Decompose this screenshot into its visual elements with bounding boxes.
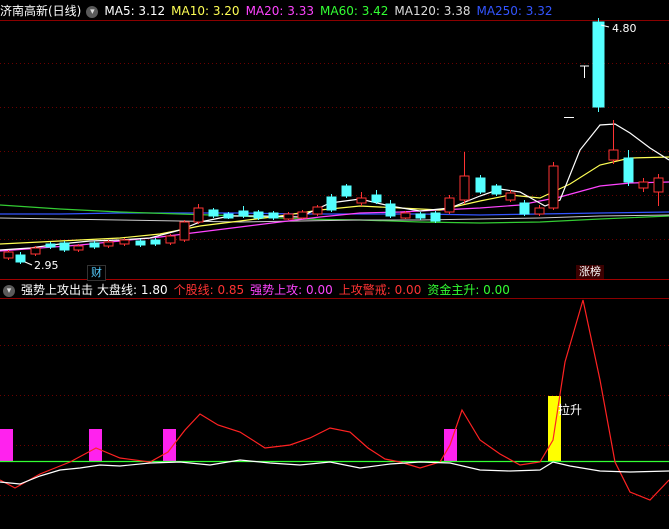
candle-body: [283, 213, 294, 220]
candle-body: [253, 211, 264, 219]
candle-body: [371, 194, 382, 203]
market-line: [0, 459, 669, 485]
candle-body: [119, 239, 130, 245]
candle-body: [268, 212, 279, 219]
candle-body: [193, 207, 204, 223]
stock-line: [0, 299, 669, 501]
candle-body: [505, 192, 516, 201]
candle-body: [45, 243, 56, 248]
candle-body: [326, 196, 337, 211]
candle-body: [89, 242, 100, 248]
indicator-grid: [0, 345, 669, 496]
candle-body: [548, 165, 559, 209]
candle-body: [430, 212, 441, 222]
candle-body: [208, 209, 219, 217]
candle-body: [356, 197, 367, 204]
candle-body: [459, 175, 470, 201]
candle-body: [608, 149, 619, 161]
candle-body: [223, 213, 234, 219]
candle-body: [592, 21, 605, 108]
high-price-label: 4.80: [612, 22, 637, 35]
candle-body: [519, 202, 530, 215]
candle-body: [15, 254, 26, 263]
candle-body: [103, 241, 114, 247]
candle-body: [135, 240, 146, 246]
candle-body: [415, 213, 426, 219]
limit-up-badge[interactable]: 涨榜: [576, 265, 604, 279]
candle-body: [30, 247, 41, 255]
candle-body: [341, 185, 352, 197]
finance-badge[interactable]: 财: [87, 265, 106, 281]
candle-body: [297, 211, 308, 219]
candle-body: [238, 210, 249, 217]
candle-body: [3, 251, 14, 259]
candle-body: [73, 245, 84, 251]
ma250-line: [0, 211, 669, 216]
candle-body: [638, 181, 649, 189]
low-pointer: [24, 261, 33, 266]
candle-body: [653, 177, 664, 193]
candle-body: [385, 203, 396, 217]
candlesticks: [3, 18, 664, 264]
candle-body: [623, 157, 634, 183]
candle-body: [475, 177, 486, 193]
ma5-line: [0, 123, 669, 251]
candle-body: [312, 206, 323, 215]
candle-body: [534, 207, 545, 215]
candle-body: [59, 242, 70, 251]
surge-signal-label: 拉升: [558, 402, 582, 417]
candle-body: [179, 221, 190, 241]
candle-body: [165, 235, 176, 244]
candle-body: [150, 239, 161, 245]
candle-body: [400, 212, 411, 219]
candle-body: [491, 185, 502, 195]
candle-body: [444, 197, 455, 213]
low-price-label: 2.95: [34, 259, 59, 272]
